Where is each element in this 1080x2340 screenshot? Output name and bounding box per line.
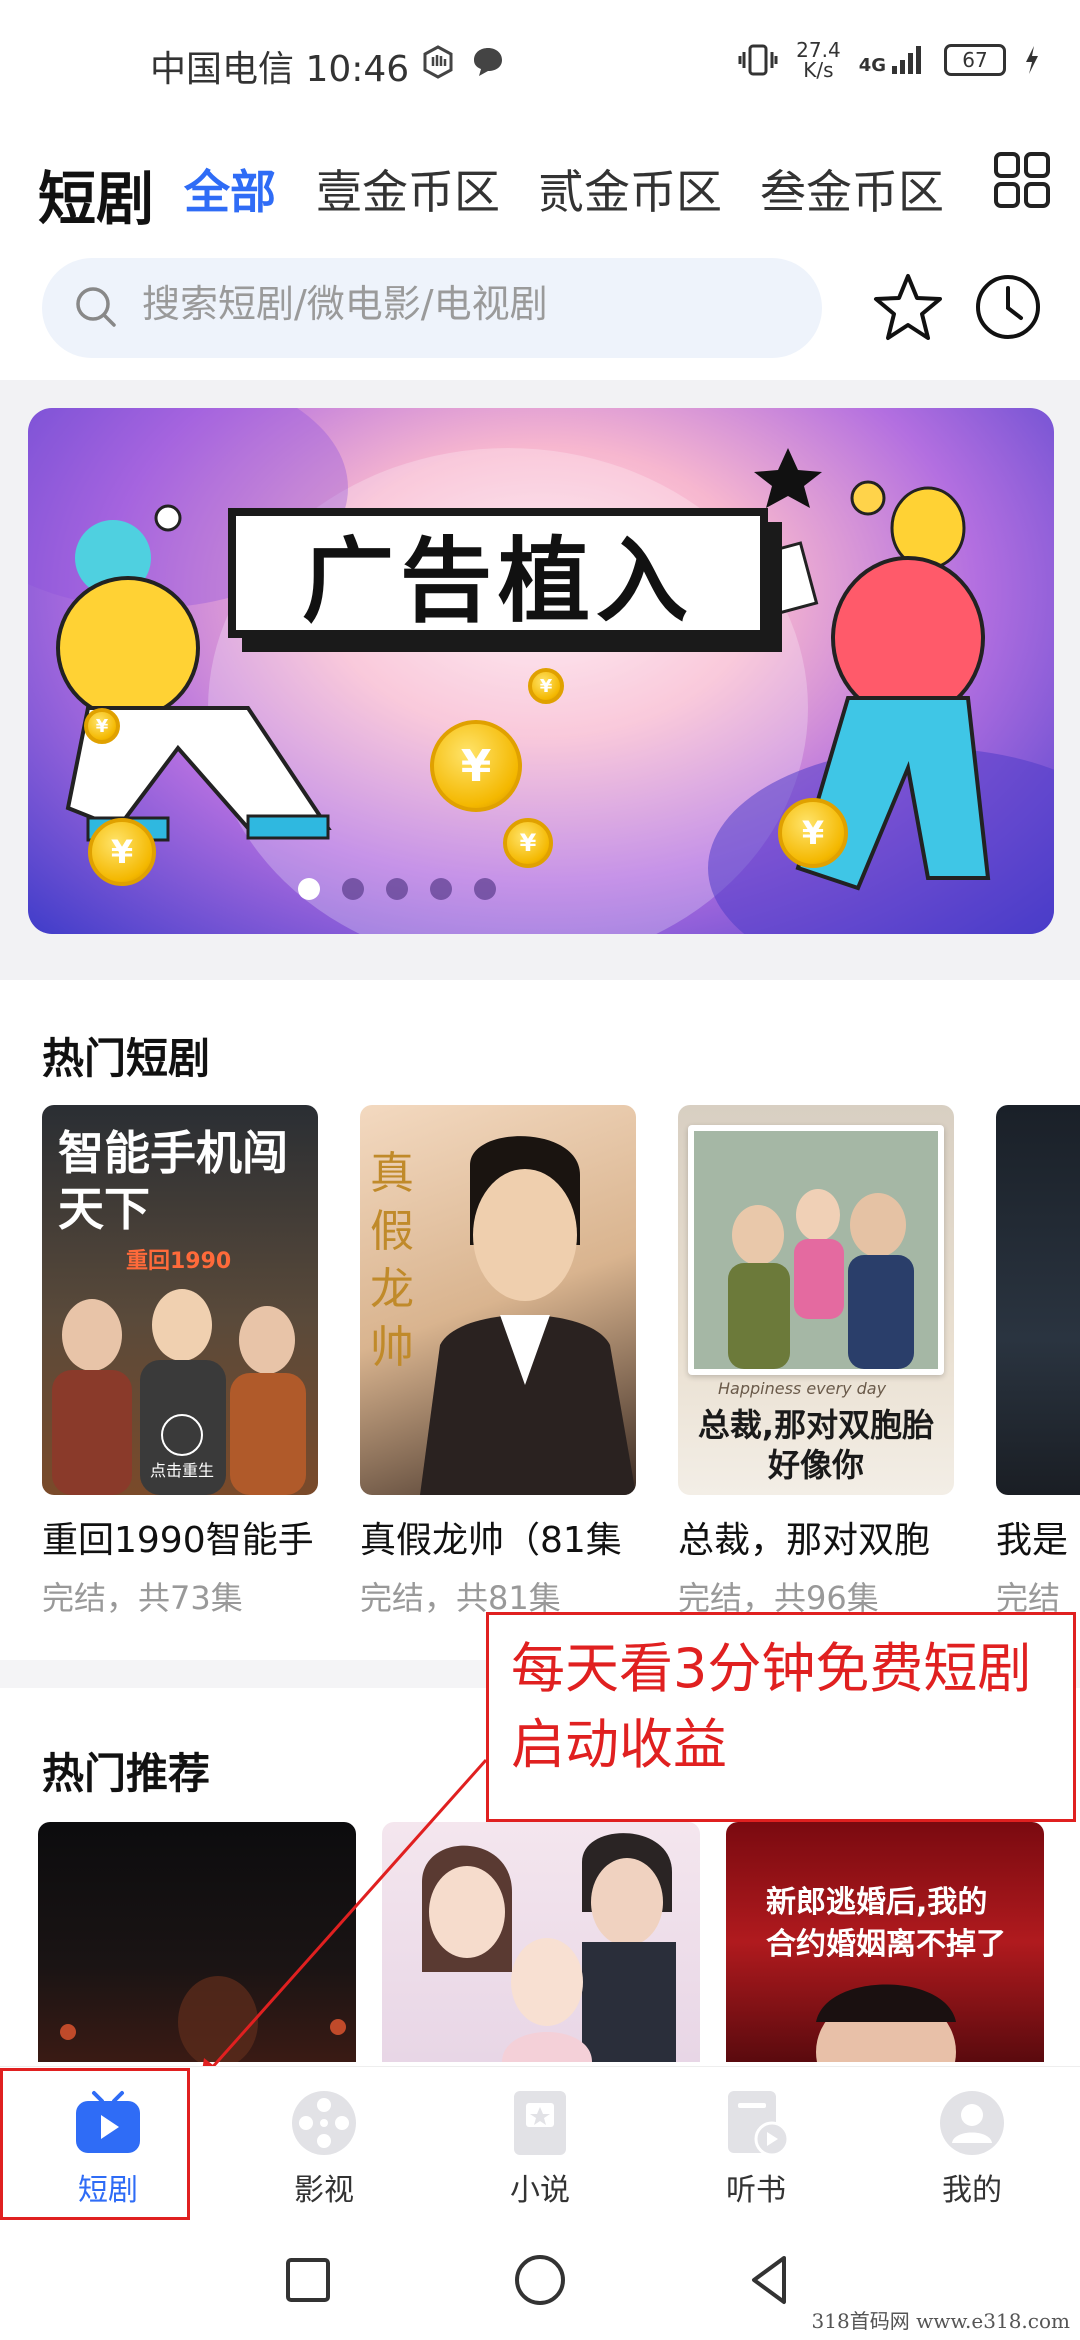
drama-name: 我是 <box>996 1520 1069 1561</box>
coin-icon: ¥ <box>88 818 156 886</box>
poster-title: 总裁,那对双胞胎好像你 <box>697 1406 935 1484</box>
nav-item-audiobook[interactable]: 听书 <box>648 2067 864 2225</box>
search-input[interactable] <box>142 282 782 326</box>
banner-area: 广告植入 ¥ ¥ ¥ ¥ ¥ ¥ <box>0 380 1080 980</box>
poster-frame <box>688 1125 944 1375</box>
net-speed-value: 27.4 <box>796 38 841 62</box>
book-icon <box>514 2091 566 2155</box>
drama-card[interactable]: 真假龙帅 真假龙帅（81集 完结，共81集 <box>360 1105 640 1619</box>
signal-icon <box>892 46 921 74</box>
charging-icon <box>1026 46 1038 74</box>
system-status: 27.4 K/s 4G 67 <box>738 40 1040 80</box>
ad-banner[interactable]: 广告植入 ¥ ¥ ¥ ¥ ¥ ¥ <box>28 408 1054 934</box>
tab-one-coin[interactable]: 壹金币区 <box>316 156 500 222</box>
annotation-text: 每天看3分钟免费短剧启动收益 <box>511 1637 1032 1776</box>
coin-icon: ¥ <box>84 708 120 744</box>
network-type: 4G <box>858 55 886 76</box>
carousel-dot[interactable] <box>474 878 496 900</box>
banner-title: 广告植入 <box>301 527 694 635</box>
nav-label: 我的 <box>942 2173 1002 2208</box>
banner-title-box: 广告植入 <box>228 508 768 638</box>
home-icon[interactable] <box>510 2250 570 2310</box>
tab-two-coin[interactable]: 贰金币区 <box>538 156 722 222</box>
poster-subtitle: 重回1990 <box>126 1249 232 1274</box>
audiobook-icon <box>728 2091 790 2157</box>
carrier-time: 中国电信 10:46 <box>150 49 410 90</box>
user-icon <box>940 2091 1004 2155</box>
poster-button-text: 点击重生 <box>150 1461 215 1480</box>
coin-icon: ¥ <box>503 818 553 868</box>
watermark: 318首码网 www.e318.com <box>811 2309 1070 2333</box>
nav-item-novel[interactable]: 小说 <box>432 2067 648 2225</box>
hand-notification-icon <box>423 45 453 79</box>
drama-card[interactable]: Happiness every day 总裁,那对双胞胎好像你 总裁，那对双胞 … <box>678 1105 958 1619</box>
drama-card[interactable]: 智能手机闯天下 重回1990 点击重生 重回1990智能手 完结，共73集 <box>42 1105 322 1619</box>
tab-three-coin[interactable]: 叁金币区 <box>760 156 944 222</box>
drama-poster[interactable]: 智能手机闯天下 重回1990 点击重生 <box>42 1105 318 1495</box>
recent-apps-icon[interactable] <box>278 2250 338 2310</box>
net-speed-unit: K/s <box>803 58 834 82</box>
hot-dramas-title: 热门短剧 <box>42 1034 211 1083</box>
nav-item-profile[interactable]: 我的 <box>864 2067 1080 2225</box>
message-notification-icon <box>474 48 502 76</box>
carousel-dot[interactable] <box>430 878 452 900</box>
clock-icon[interactable] <box>973 272 1043 342</box>
drama-name: 总裁，那对双胞 <box>678 1520 931 1561</box>
nav-label: 小说 <box>510 2173 570 2208</box>
vibrate-icon <box>738 44 778 76</box>
notification-icons <box>420 44 506 80</box>
poster-title: 新郎逃婚后,我的合约婚姻离不掉了 <box>766 1885 1006 1962</box>
drama-name: 重回1990智能手 <box>42 1520 314 1561</box>
drama-poster[interactable]: 真假龙帅 <box>360 1105 636 1495</box>
carousel-dot[interactable] <box>342 878 364 900</box>
drama-poster[interactable]: Happiness every day 总裁,那对双胞胎好像你 <box>678 1105 954 1495</box>
poster-figures <box>422 1833 676 2062</box>
tab-all[interactable]: 全部 <box>184 156 276 222</box>
coin-icon: ¥ <box>528 668 564 704</box>
film-reel-icon <box>292 2091 356 2155</box>
coin-icon: ¥ <box>430 720 522 812</box>
poster-figures <box>694 1131 938 1369</box>
poster-scene <box>60 1976 346 2062</box>
battery-indicator: 67 <box>944 44 1006 76</box>
carousel-dot[interactable] <box>298 878 320 900</box>
annotation-callout: 每天看3分钟免费短剧启动收益 <box>486 1612 1076 1822</box>
signal-group: 4G <box>859 44 926 76</box>
carousel-dots <box>298 878 496 900</box>
back-icon[interactable] <box>740 2250 800 2310</box>
coin-icon: ¥ <box>778 798 848 868</box>
drama-name: 真假龙帅（81集 <box>360 1520 622 1561</box>
status-bar: 中国电信 10:46 27.4 K/s 4G 67 <box>0 0 1080 130</box>
recommend-poster[interactable] <box>38 1822 356 2062</box>
nav-label: 听书 <box>726 2173 786 2208</box>
grid-icon[interactable] <box>992 150 1052 210</box>
page-title: 短剧 <box>38 165 155 233</box>
recommend-title: 热门推荐 <box>42 1749 211 1798</box>
nav-item-video[interactable]: 影视 <box>216 2067 432 2225</box>
top-tab-bar: 短剧 全部 壹金币区 贰金币区 叁金币区 <box>0 140 1080 240</box>
poster-subtitle: Happiness every day <box>718 1379 887 1398</box>
drama-card[interactable]: 我是 完结 <box>996 1105 1080 1619</box>
poster-figures <box>420 1136 636 1495</box>
star-icon[interactable] <box>870 270 946 346</box>
drama-meta: 完结，共73集 <box>42 1579 243 1617</box>
nav-label: 影视 <box>294 2173 354 2208</box>
search-icon <box>76 287 116 327</box>
recommend-poster[interactable]: 新郎逃婚后,我的合约婚姻离不掉了 <box>726 1822 1044 2062</box>
search-bar[interactable] <box>42 258 822 358</box>
drama-poster[interactable] <box>996 1105 1080 1495</box>
net-speed: 27.4 K/s <box>796 40 841 80</box>
annotation-highlight-box <box>0 2068 190 2220</box>
poster-title: 智能手机闯天下 <box>58 1126 288 1236</box>
poster-figures <box>816 1984 956 2062</box>
recommend-poster[interactable] <box>382 1822 700 2062</box>
carousel-dot[interactable] <box>386 878 408 900</box>
